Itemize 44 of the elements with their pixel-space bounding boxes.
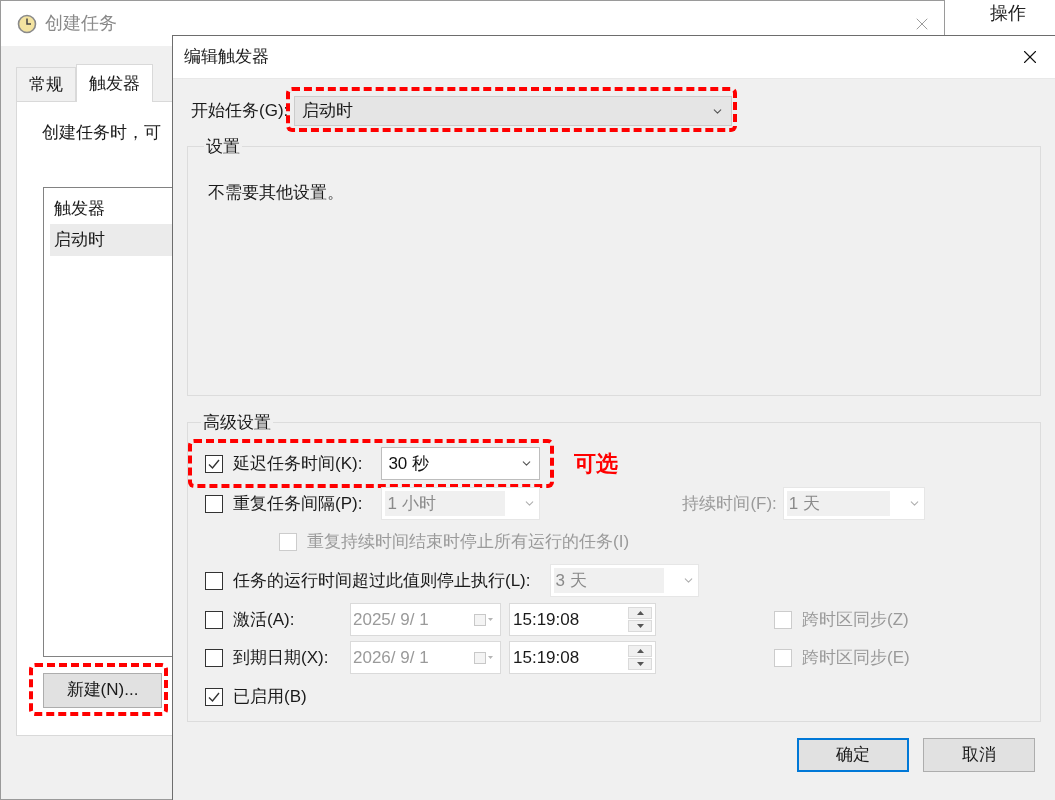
group-title: 设置 [205, 136, 241, 158]
list-header: 触发器 [54, 197, 105, 220]
up-triangle-icon [636, 649, 644, 653]
option-label: 持续时间(F): [682, 492, 777, 515]
description-text: 创建任务时，可 [42, 122, 161, 144]
option-label: 已启用(B) [233, 685, 307, 708]
dialog-button[interactable]: 确定 [797, 738, 909, 772]
dialog-button[interactable]: 取消 [923, 738, 1035, 772]
calendar-icon [474, 651, 494, 664]
option-label: 跨时区同步(E) [802, 646, 910, 669]
tab[interactable]: 触发器 [76, 64, 153, 102]
up-triangle-icon [636, 611, 644, 615]
clock-icon [17, 13, 37, 34]
calendar-icon [474, 613, 494, 626]
option-label: 重复任务间隔(P): [233, 492, 363, 515]
field-label: 开始任务(G): [191, 100, 289, 123]
option-label: 延迟任务时间(K): [233, 452, 363, 475]
new-button[interactable]: 新建(N)... [43, 672, 162, 708]
dropdown[interactable]: 30 秒 [381, 447, 541, 480]
checkbox[interactable] [205, 648, 223, 667]
option-label: 重复持续时间结束时停止所有运行的任务(I) [307, 531, 630, 554]
spin-down-button[interactable] [628, 658, 652, 670]
table-cell-text: 操作 [990, 2, 1026, 25]
checkbox[interactable] [205, 610, 223, 629]
settings-text: 不需要其他设置。 [208, 181, 345, 204]
window-title: 创建任务 [45, 12, 117, 35]
option-label: 跨时区同步(Z) [802, 608, 909, 631]
spin-down-button[interactable] [628, 620, 652, 632]
tab[interactable]: 常规 [16, 67, 76, 101]
dialog-title: 编辑触发器 [184, 46, 269, 69]
option-label: 激活(A): [233, 608, 296, 631]
group-title: 高级设置 [202, 412, 272, 434]
checkbox[interactable] [205, 454, 223, 473]
time-field[interactable]: 15:19:08 [509, 603, 656, 636]
spin-up-button[interactable] [628, 645, 652, 657]
option-label: 到期日期(X): [233, 646, 330, 669]
optional-note: 可选 [574, 450, 619, 478]
spin-up-button[interactable] [628, 607, 652, 619]
begin-task-dropdown[interactable]: 启动时 [294, 96, 733, 126]
down-triangle-icon [636, 662, 644, 666]
time-field[interactable]: 15:19:08 [509, 641, 656, 674]
down-triangle-icon [636, 624, 644, 628]
checkbox[interactable] [205, 687, 223, 706]
option-label: 任务的运行时间超过此值则停止执行(L): [233, 569, 531, 592]
